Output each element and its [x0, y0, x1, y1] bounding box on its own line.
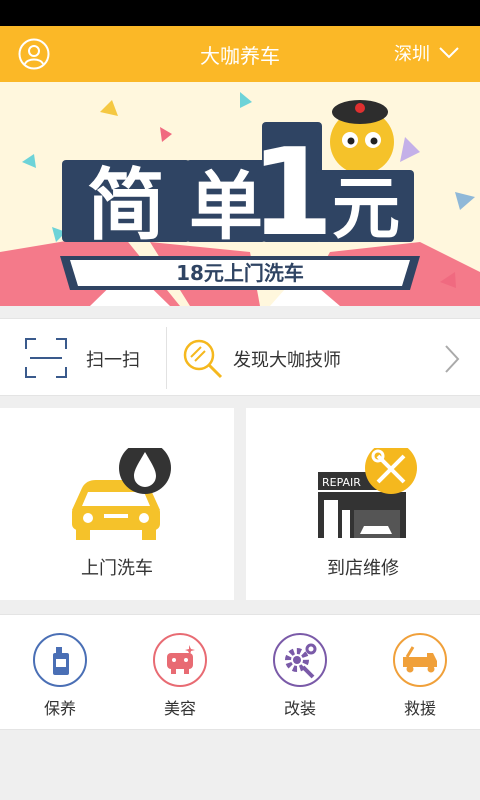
service-rescue[interactable]: 救援 — [375, 633, 465, 723]
store-repair-label: 到店维修 — [327, 558, 399, 579]
app-header: 大咖养车 深圳 — [0, 26, 480, 82]
discover-technician-button[interactable]: 发现大咖技师 — [167, 319, 480, 397]
service-modification-circle — [273, 633, 327, 687]
repair-sign: REPAIR — [322, 476, 361, 489]
service-maintenance[interactable]: 保养 — [15, 633, 105, 723]
scan-label: 扫一扫 — [86, 350, 140, 371]
service-beauty-circle — [153, 633, 207, 687]
promo-banner[interactable]: 简 单 1 元 18元上门洗车 — [0, 82, 480, 306]
service-beauty[interactable]: 美容 — [135, 633, 225, 723]
service-beauty-label: 美容 — [163, 699, 196, 718]
service-rescue-label: 救援 — [403, 699, 436, 718]
headline-char-1: 简 — [87, 161, 165, 251]
tow-truck-icon — [403, 646, 437, 673]
headline-char-3: 元 — [332, 170, 400, 249]
banner-art: 简 单 1 元 18元上门洗车 — [0, 92, 480, 306]
city-label: 深圳 — [394, 44, 430, 65]
car-wash-icon — [72, 448, 171, 540]
quick-actions: 扫一扫 发现大咖技师 — [0, 318, 480, 396]
banner-subtitle: 18元上门洗车 — [176, 261, 304, 285]
store-repair-card[interactable]: REPAIR 到店维修 — [246, 408, 480, 600]
home-car-wash-label: 上门洗车 — [81, 558, 153, 579]
city-selector[interactable]: 深圳 — [394, 40, 460, 66]
chevron-down-icon — [439, 47, 459, 59]
service-maintenance-label: 保养 — [43, 699, 76, 718]
oil-bottle-icon — [53, 647, 69, 675]
service-rescue-circle — [393, 633, 447, 687]
service-modification[interactable]: 改装 — [255, 633, 345, 723]
service-maintenance-circle — [33, 633, 87, 687]
magnifier-icon — [183, 339, 223, 379]
gear-wrench-icon — [285, 643, 317, 679]
service-modification-label: 改装 — [283, 699, 316, 718]
scan-button[interactable]: 扫一扫 — [0, 319, 166, 397]
repair-shop-icon: REPAIR — [318, 448, 417, 538]
discover-label: 发现大咖技师 — [233, 350, 341, 371]
car-face-icon — [167, 645, 195, 674]
services-grid: 保养 美容 改装 救援 — [0, 614, 480, 730]
status-bar — [0, 0, 480, 26]
headline-number: 1 — [250, 124, 334, 263]
home-car-wash-card[interactable]: 上门洗车 — [0, 408, 234, 600]
chevron-right-icon — [445, 345, 460, 373]
scan-icon — [25, 338, 67, 378]
